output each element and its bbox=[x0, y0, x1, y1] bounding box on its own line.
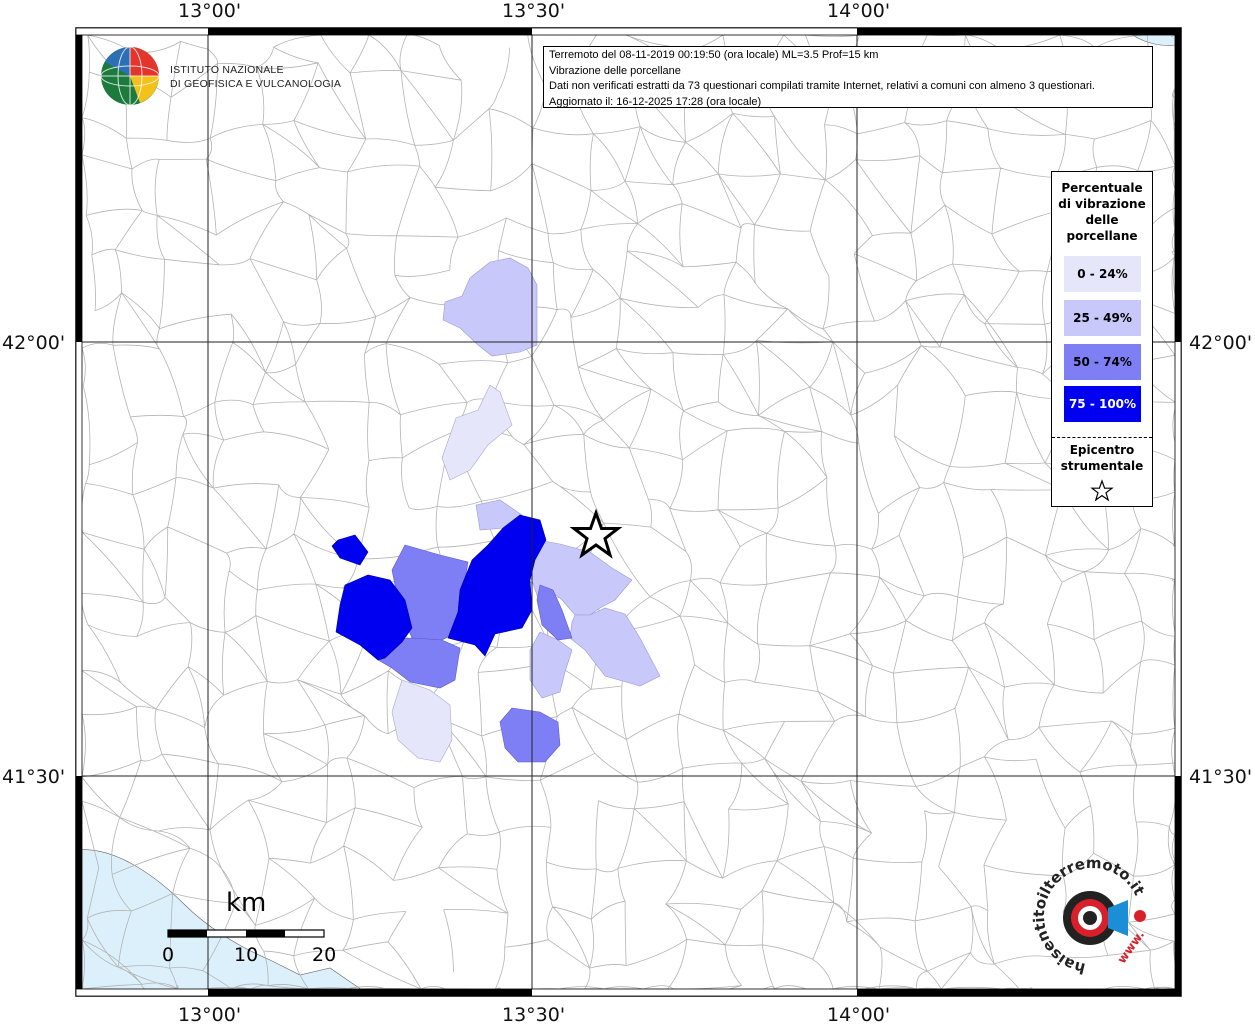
top-lon-label: 13°30' bbox=[502, 0, 566, 22]
info-line-event: Terremoto del 08-11-2019 00:19:50 (ora l… bbox=[549, 49, 879, 61]
left-lat-label: 42°00' bbox=[2, 332, 66, 354]
legend-class-75-100: 75 - 100% bbox=[1064, 386, 1141, 422]
bottom-lon-label: 13°30' bbox=[502, 1004, 566, 1026]
ingv-logo-line1: ISTITUTO NAZIONALE bbox=[170, 64, 284, 76]
legend-star-icon bbox=[1090, 479, 1114, 502]
hst-logo-web-prefix: www. bbox=[1114, 928, 1147, 966]
land-area bbox=[76, 28, 1181, 996]
legend-title: Percentuale di vibrazione delle porcella… bbox=[1058, 181, 1146, 243]
scale-tick-label: 0 bbox=[162, 944, 175, 966]
info-line-source: Dati non verificati estratti da 73 quest… bbox=[549, 80, 1095, 92]
ingv-logo-text: ISTITUTO NAZIONALE DI GEOFISICA E VULCAN… bbox=[170, 63, 341, 91]
haisentitoilterremoto-logo: haisentitoilterremoto.it www. bbox=[1030, 856, 1148, 976]
bottom-lon-label: 13°00' bbox=[178, 1004, 242, 1026]
top-lon-label: 14°00' bbox=[827, 0, 891, 22]
info-line-parameter: Vibrazione delle porcellane bbox=[549, 64, 681, 77]
legend-epicenter-label: Epicentro strumentale bbox=[1060, 443, 1144, 473]
legend-separator bbox=[1052, 437, 1152, 438]
scale-tick-label: 10 bbox=[234, 944, 259, 966]
legend-class-25-49: 25 - 49% bbox=[1064, 300, 1141, 336]
scale-unit: km bbox=[226, 888, 267, 918]
map-legend: Percentuale di vibrazione delle porcella… bbox=[1051, 171, 1153, 507]
scale-bar-graphic bbox=[167, 929, 325, 938]
top-lon-label: 13°00' bbox=[178, 0, 242, 22]
earthquake-info-box: Terremoto del 08-11-2019 00:19:50 (ora l… bbox=[543, 46, 1153, 108]
scale-tick-label: 20 bbox=[312, 944, 337, 966]
bottom-lon-label: 14°00' bbox=[827, 1004, 891, 1026]
info-line-updated: Aggiornato il: 16-12-2025 17:28 (ora loc… bbox=[549, 95, 762, 108]
ingv-logo-line2: DI GEOFISICA E VULCANOLOGIA bbox=[170, 78, 342, 90]
legend-class-50-74: 50 - 74% bbox=[1064, 344, 1141, 380]
right-lat-label: 41°30' bbox=[1189, 766, 1253, 788]
legend-class-0-24: 0 - 24% bbox=[1064, 256, 1141, 292]
right-lat-label: 42°00' bbox=[1189, 332, 1253, 354]
scale-bar: km 0 10 20 bbox=[160, 886, 340, 966]
left-lat-label: 41°30' bbox=[2, 766, 66, 788]
